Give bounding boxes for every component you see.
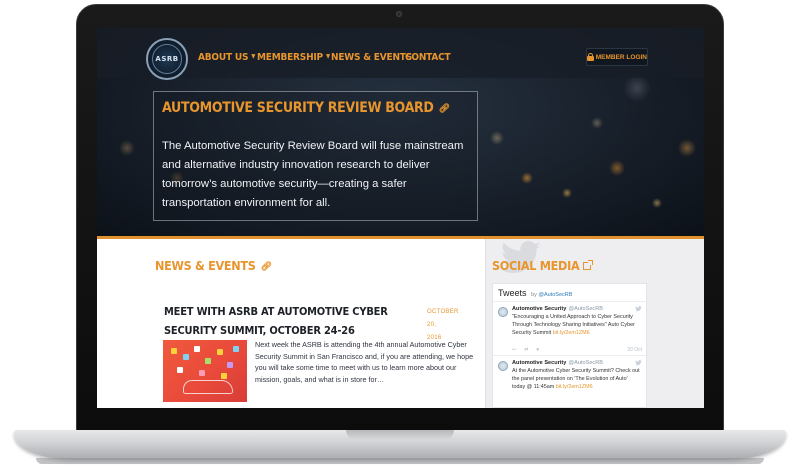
- reply-icon[interactable]: ↩: [512, 347, 516, 353]
- tweets-heading-label: Tweets: [498, 288, 527, 298]
- tweet-actions: ↩ ⇄ ♥: [512, 347, 539, 353]
- post-thumbnail[interactable]: [163, 340, 247, 402]
- nav-about-us[interactable]: ABOUT US ▼: [198, 52, 255, 63]
- tweet-item[interactable]: Automotive Security @AutoSecRB At the Aut…: [493, 355, 646, 408]
- retweet-icon[interactable]: ⇄: [524, 347, 528, 353]
- car-outline-icon: [183, 380, 233, 394]
- member-login-button[interactable]: MEMBER LOGIN: [586, 48, 648, 66]
- twitter-bird-icon: [635, 306, 642, 312]
- tweet-author[interactable]: Automotive Security @AutoSecRB: [512, 360, 603, 366]
- tweet-handle: @AutoSecRB: [568, 306, 604, 312]
- browser-screen: ASRB ABOUT US ▼ MEMBERSHIP ▼ NEWS & EVENTS…: [97, 28, 704, 408]
- hero-title: AUTOMOTIVE SECURITY REVIEW BOARD 🔗︎: [162, 100, 450, 116]
- link-icon[interactable]: 🔗︎: [439, 104, 450, 114]
- lock-icon: [587, 53, 594, 61]
- thumb-square: [233, 346, 239, 352]
- hero-description: The Automotive Security Review Board wil…: [162, 140, 464, 209]
- post-excerpt: Next week the ASRB is attending the 4th …: [255, 340, 474, 384]
- external-link-icon[interactable]: [583, 260, 594, 270]
- social-section-title-text: SOCIAL MEDIA: [492, 258, 580, 273]
- like-icon[interactable]: ♥: [536, 347, 539, 353]
- thumb-square: [177, 367, 183, 373]
- hero-title-text: AUTOMOTIVE SECURITY REVIEW BOARD: [162, 100, 434, 116]
- news-section-title-text: NEWS & EVENTS: [155, 258, 256, 273]
- camera-dot: [396, 11, 402, 17]
- tweet-link[interactable]: bit.ly/2em1ZM6: [556, 384, 593, 390]
- tweets-by: by @AutoSecRB: [531, 292, 572, 298]
- nav-contact[interactable]: CONTACT: [405, 52, 451, 63]
- news-section-title: NEWS & EVENTS 🔗︎: [155, 258, 272, 273]
- tweet-link[interactable]: bit.ly/2em1ZM6: [553, 330, 590, 336]
- thumb-square: [194, 346, 200, 352]
- thumb-square: [199, 370, 205, 376]
- post-date-line1: OCTOBER 20,: [427, 309, 459, 328]
- member-login-label: MEMBER LOGIN: [595, 53, 647, 61]
- thumb-square: [183, 354, 189, 360]
- tweet-author-name: Automotive Security: [512, 306, 567, 312]
- hero-banner: ASRB ABOUT US ▼ MEMBERSHIP ▼ NEWS & EVENTS…: [97, 28, 704, 238]
- nav-about-us-label: ABOUT US: [198, 52, 249, 63]
- news-column: NEWS & EVENTS 🔗︎ MEET WITH ASRB AT AUTOMO…: [97, 239, 485, 408]
- caret-down-icon: ▼: [251, 53, 256, 60]
- tweets-by-label: by: [531, 292, 537, 298]
- tweet-timestamp[interactable]: 20 Oct: [627, 347, 642, 353]
- hero-intro-box: AUTOMOTIVE SECURITY REVIEW BOARD 🔗︎ The A…: [153, 91, 478, 221]
- twitter-timeline[interactable]: Tweets by @AutoSecRB Automotive Security…: [492, 283, 647, 408]
- tweet-author-name: Automotive Security: [512, 360, 567, 366]
- thumb-square: [171, 348, 177, 354]
- tweet-item[interactable]: Automotive Security @AutoSecRB "Encouragi…: [493, 301, 646, 355]
- twitter-bird-icon: [635, 360, 642, 366]
- tweets-heading: Tweets by @AutoSecRB: [498, 288, 572, 298]
- laptop-base-shadow: [36, 458, 764, 464]
- top-navbar: ASRB ABOUT US ▼ MEMBERSHIP ▼ NEWS & EVENTS…: [97, 28, 704, 80]
- post-title-link[interactable]: MEET WITH ASRB AT AUTOMOTIVE CYBER SECUR…: [164, 302, 409, 340]
- avatar[interactable]: [498, 307, 508, 317]
- nav-contact-label: CONTACT: [405, 52, 451, 63]
- nav-news-events[interactable]: NEWS & EVENTS: [331, 52, 412, 63]
- logo-text: ASRB: [155, 55, 179, 63]
- thumb-square: [221, 373, 227, 379]
- tweets-by-handle[interactable]: @AutoSecRB: [538, 292, 572, 298]
- asrb-logo[interactable]: ASRB: [146, 38, 188, 80]
- tweet-text: "Encouraging a United Approach to Cyber …: [512, 314, 642, 337]
- thumb-square: [227, 362, 233, 368]
- tweet-author[interactable]: Automotive Security @AutoSecRB: [512, 306, 603, 312]
- tweet-text: At the Automotive Cyber Security Summit?…: [512, 368, 642, 391]
- nav-membership[interactable]: MEMBERSHIP ▼: [257, 52, 330, 63]
- tweet-handle: @AutoSecRB: [568, 360, 604, 366]
- laptop-notch: [346, 430, 454, 440]
- caret-down-icon: ▼: [325, 53, 330, 60]
- nav-news-events-label: NEWS & EVENTS: [331, 52, 412, 63]
- avatar[interactable]: [498, 361, 508, 371]
- social-section-title: SOCIAL MEDIA: [492, 258, 594, 273]
- social-sidebar: SOCIAL MEDIA Tweets by @AutoSecRB Automo…: [485, 239, 704, 408]
- link-icon[interactable]: 🔗︎: [261, 262, 272, 272]
- nav-membership-label: MEMBERSHIP: [257, 52, 323, 63]
- thumb-square: [217, 349, 223, 355]
- thumb-square: [205, 358, 211, 364]
